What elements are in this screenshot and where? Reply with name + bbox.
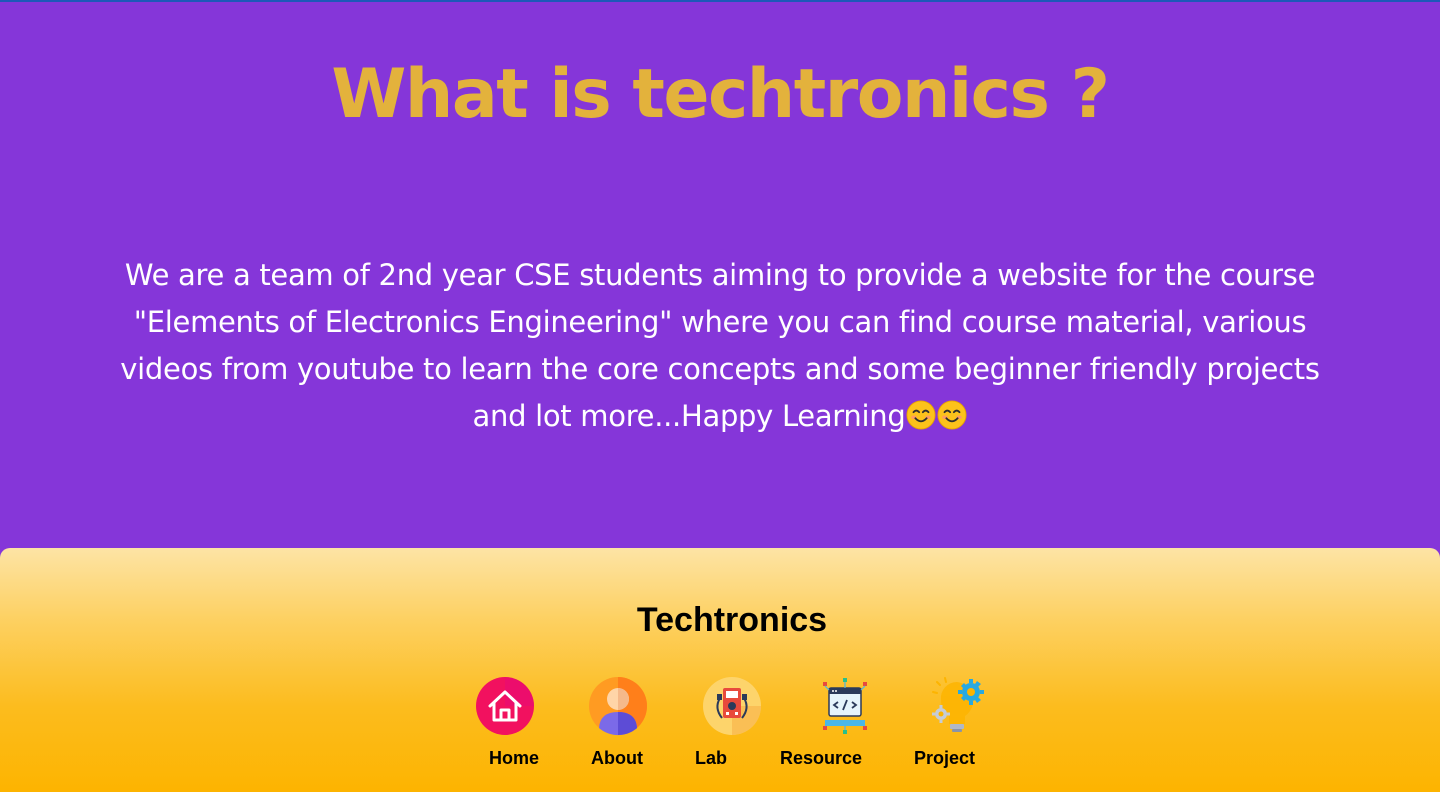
user-icon xyxy=(589,677,647,736)
code-window-icon xyxy=(823,678,867,734)
intro-paragraph: We are a team of 2nd year CSE students a… xyxy=(90,252,1350,440)
page-title: What is techtronics ? xyxy=(331,55,1110,134)
footer-nav: Home About Lab Resource Project xyxy=(0,676,1440,786)
smiling-face-icon xyxy=(937,400,967,430)
footer-title: Techtronics xyxy=(636,601,828,639)
nav-label-resource: Resource xyxy=(780,748,863,768)
nav-label-home: Home xyxy=(489,748,540,768)
smiling-face-icon xyxy=(906,400,936,430)
nav-item-project[interactable]: Project xyxy=(914,676,1034,776)
footer: Techtronics Home About Lab Resource Proj… xyxy=(0,548,1440,792)
nav-label-project: Project xyxy=(914,748,976,768)
nav-item-about[interactable]: About xyxy=(583,676,693,776)
nav-label-about: About xyxy=(591,748,643,768)
nav-label-lab: Lab xyxy=(695,748,728,768)
lab-icon xyxy=(703,677,761,735)
nav-item-resource[interactable]: Resource xyxy=(780,676,920,776)
home-icon xyxy=(476,677,534,735)
lightbulb-gear-icon xyxy=(932,677,984,732)
hero-section: What is techtronics ? We are a team of 2… xyxy=(0,2,1440,550)
nav-item-home[interactable]: Home xyxy=(470,676,580,776)
intro-text: We are a team of 2nd year CSE students a… xyxy=(120,258,1320,433)
